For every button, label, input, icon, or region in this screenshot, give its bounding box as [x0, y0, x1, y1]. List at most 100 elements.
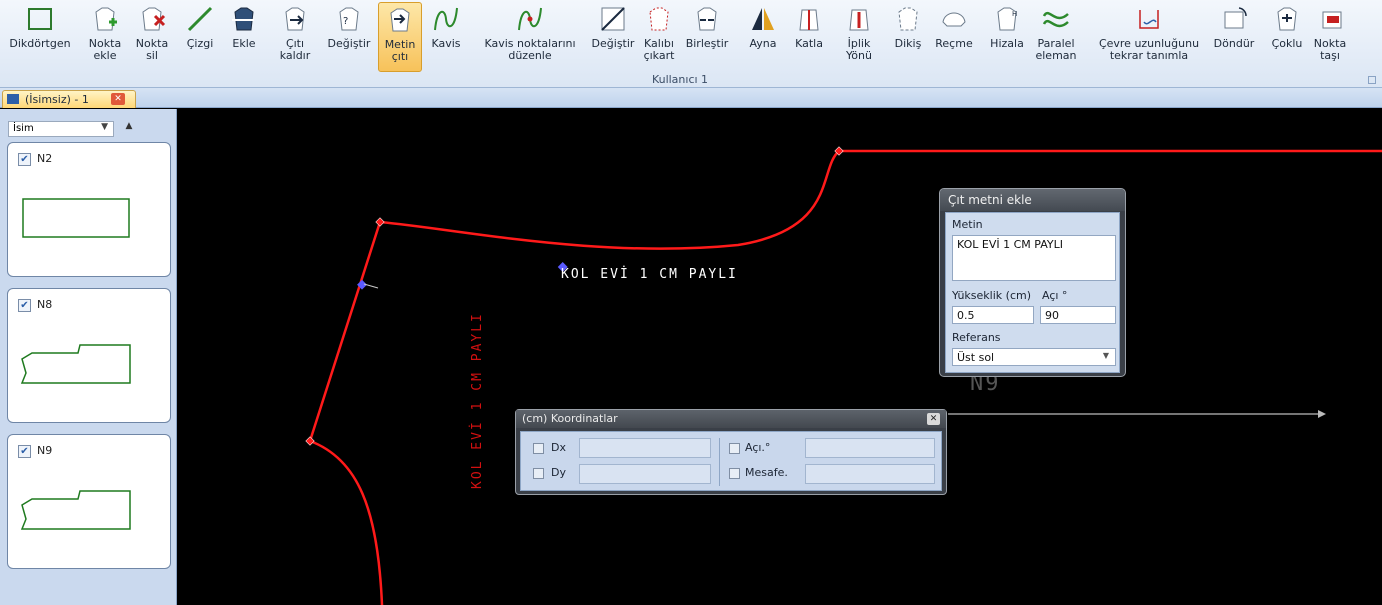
dx-checkbox[interactable] [533, 443, 544, 454]
tool-merge[interactable]: Birleştir [680, 2, 734, 72]
tool-extract-pattern[interactable]: Kalıbı çıkart [640, 2, 678, 72]
tool-fold[interactable]: Katla [792, 2, 826, 72]
merge-icon [697, 7, 717, 31]
tool-add-point[interactable]: Nokta ekle [82, 2, 128, 72]
change-icon: ? [339, 7, 359, 31]
collapse-panel-button[interactable]: ▲ [122, 121, 136, 135]
piece-card-n2[interactable]: ✔ N2 [7, 142, 171, 277]
vertex-markers[interactable] [305, 146, 844, 446]
insert-icon [232, 7, 254, 31]
delete-point-icon [142, 7, 166, 31]
angle-checkbox[interactable] [729, 443, 740, 454]
angle-input[interactable] [805, 438, 935, 458]
close-icon[interactable]: ✕ [927, 413, 940, 425]
height-label: Yükseklik (cm) [952, 289, 1031, 302]
chevron-down-icon: ▼ [101, 122, 108, 132]
pattern-drawing[interactable] [178, 109, 1382, 605]
piece-name: N9 [37, 444, 53, 457]
dx-label: Dx [551, 441, 566, 454]
tool-change[interactable]: ? Değiştir [324, 2, 374, 72]
distance-checkbox[interactable] [729, 468, 740, 479]
angle-label: Açı.° [745, 441, 771, 454]
height-field[interactable]: 0.5 [952, 306, 1034, 324]
seam-icon [898, 7, 918, 31]
tool-line[interactable]: Çizgi [180, 2, 220, 72]
dy-checkbox[interactable] [533, 468, 544, 479]
reference-select[interactable]: Üst sol ▼ [952, 348, 1116, 366]
coordinates-dialog-title[interactable]: (cm) Koordinatlar [516, 410, 946, 428]
document-tabstrip: (İsimsiz) - 1 ✕ [0, 88, 1382, 108]
tool-replace[interactable]: Değiştir [590, 2, 636, 72]
tool-mirror[interactable]: Ayna [746, 2, 780, 72]
tool-perimeter[interactable]: Çevre uzunluğunu tekrar tanımla [1082, 2, 1216, 72]
tool-grain-line[interactable]: İplik Yönü [840, 2, 878, 72]
tool-remove-notch[interactable]: Çıtı kaldır [272, 2, 318, 72]
dialog-body: Metin KOL EVİ 1 CM PAYLI Yükseklik (cm) … [945, 212, 1120, 373]
text-field[interactable]: KOL EVİ 1 CM PAYLI [952, 235, 1116, 281]
tool-gather[interactable]: Reçme [930, 2, 978, 72]
tool-parallel[interactable]: Paralel eleman [1032, 2, 1080, 72]
grain-line-icon [849, 9, 869, 31]
ribbon-group-label: Kullanıcı 1 [651, 73, 709, 86]
piece-visible-checkbox[interactable]: ✔ [18, 299, 31, 312]
tool-insert[interactable]: Ekle [226, 2, 262, 72]
dy-input[interactable] [579, 464, 711, 484]
angle-field[interactable]: 90 [1040, 306, 1116, 324]
add-point-icon [95, 7, 117, 31]
gather-icon [942, 12, 966, 27]
canvas-notch-text[interactable]: KOL EVİ 1 CM PAYLI [561, 267, 738, 282]
piece-preview [20, 490, 131, 530]
tool-move-point[interactable]: Nokta taşı [1308, 2, 1352, 72]
align-icon: H [997, 7, 1017, 31]
distance-input[interactable] [805, 464, 935, 484]
dy-label: Dy [551, 466, 566, 479]
pieces-panel: İsim ▼ ▲ ✔ N2 ✔ N8 ✔ N9 [0, 109, 177, 605]
tool-delete-point[interactable]: Nokta sil [132, 2, 172, 72]
coordinates-body: Dx Dy Açı.° Mesafe. [520, 431, 942, 491]
divider [719, 438, 720, 486]
piece-name: N2 [37, 152, 53, 165]
piece-card-n9[interactable]: ✔ N9 [7, 434, 171, 569]
canvas-notch-text-vertical[interactable]: KOL EVİ 1 CM PAYLI [470, 312, 485, 489]
replace-icon [601, 7, 625, 31]
svg-text:?: ? [343, 16, 348, 27]
distance-label: Mesafe. [745, 466, 788, 479]
parallel-icon [1042, 11, 1069, 28]
piece-visible-checkbox[interactable]: ✔ [18, 445, 31, 458]
angle-label: Açı ° [1042, 289, 1068, 302]
edit-curve-points-icon [518, 7, 542, 31]
dialog-title[interactable]: Çıt metni ekle [940, 189, 1125, 211]
fold-icon [799, 9, 819, 31]
tool-seam[interactable]: Dikiş [890, 2, 926, 72]
piece-card-n8[interactable]: ✔ N8 [7, 288, 171, 423]
piece-preview [20, 344, 131, 384]
ribbon-toolbar: Dikdörtgen Nokta ekle Nokta sil Çizgi Ek… [0, 0, 1382, 88]
notch-text-dialog: Çıt metni ekle Metin KOL EVİ 1 CM PAYLI … [939, 188, 1126, 377]
drawing-canvas[interactable]: KOL EVİ 1 CM PAYLI KOL EVİ 1 CM PAYLI N9 [178, 109, 1382, 605]
svg-text:H: H [1012, 10, 1017, 18]
extract-pattern-icon [649, 7, 669, 31]
document-tab[interactable]: (İsimsiz) - 1 ✕ [2, 90, 136, 108]
piece-name: N8 [37, 298, 53, 311]
curve-icon [434, 7, 458, 31]
ribbon-dialog-launcher[interactable] [1368, 76, 1376, 84]
tool-rectangle[interactable]: Dikdörtgen [4, 2, 76, 72]
coordinates-dialog: (cm) Koordinatlar ✕ Dx Dy Açı.° Mesafe. [515, 409, 947, 495]
document-tab-label: (İsimsiz) - 1 [25, 93, 89, 106]
reference-select-value: Üst sol [957, 351, 995, 364]
close-tab-icon[interactable]: ✕ [111, 93, 125, 105]
tool-text-notch[interactable]: Metin çıtı [378, 2, 422, 72]
tool-edit-curve-points[interactable]: Kavis noktalarını düzenle [470, 2, 590, 72]
perimeter-icon [1139, 10, 1159, 29]
tool-multiple[interactable]: Çoklu [1268, 2, 1306, 72]
tool-align[interactable]: H Hizala [982, 2, 1032, 72]
reference-label: Referans [952, 331, 1001, 344]
multiple-icon [1277, 7, 1297, 31]
rectangle-icon [28, 8, 52, 30]
tool-rotate[interactable]: Döndür [1206, 2, 1262, 72]
tool-curve[interactable]: Kavis [428, 2, 464, 72]
sort-select[interactable]: İsim ▼ [8, 121, 114, 137]
dx-input[interactable] [579, 438, 711, 458]
piece-visible-checkbox[interactable]: ✔ [18, 153, 31, 166]
rotate-icon [1224, 7, 1247, 29]
